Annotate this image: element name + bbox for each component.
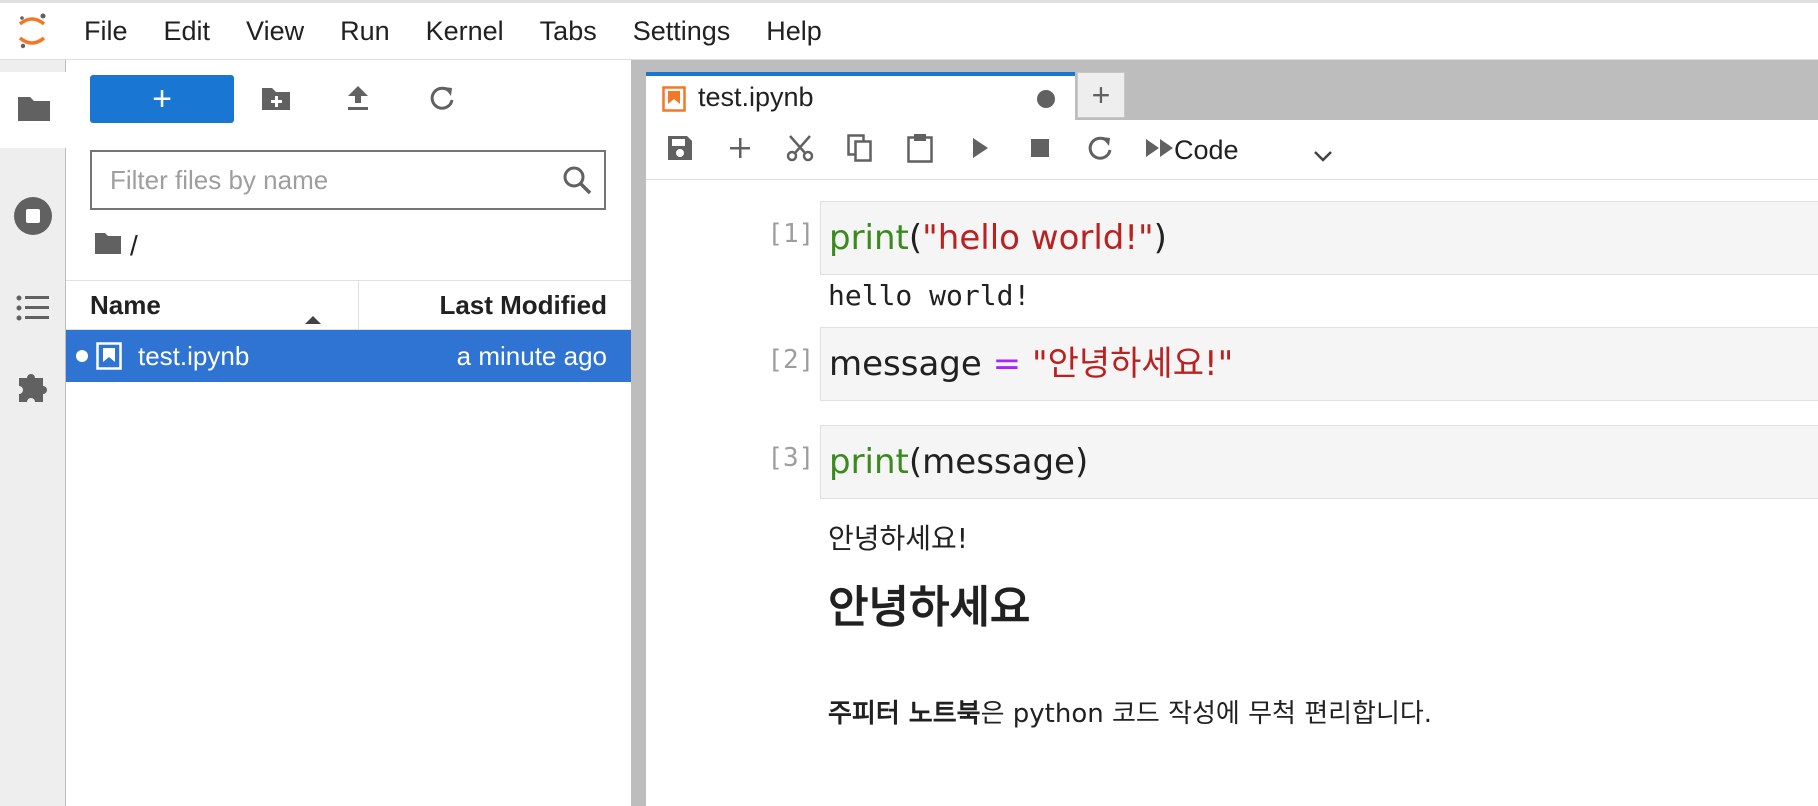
plus-icon: + — [1091, 77, 1111, 113]
code-cell-editor[interactable]: print(message) — [820, 425, 1818, 499]
sort-ascending-icon — [304, 301, 322, 332]
notebook-icon — [96, 342, 122, 377]
code-cell-editor[interactable]: message = "안녕하세요!" — [820, 327, 1818, 401]
menubar: File Edit View Run Kernel Tabs Settings … — [0, 0, 1818, 60]
code-func: print — [829, 218, 909, 258]
running-indicator-icon — [76, 350, 88, 362]
menu-file[interactable]: File — [84, 3, 128, 59]
cell-type-value: Code — [1174, 135, 1239, 165]
markdown-bold: 주피터 노트북 — [828, 699, 981, 729]
menu-tabs[interactable]: Tabs — [540, 3, 597, 59]
folder-icon — [17, 94, 51, 127]
copy-icon — [847, 133, 873, 167]
extension-manager-tab-button[interactable] — [0, 350, 66, 426]
code-string: "안녕하세요!" — [1031, 344, 1234, 384]
upload-button[interactable] — [340, 82, 376, 118]
file-list-item[interactable]: test.ipynb a minute ago — [66, 330, 631, 382]
cell-prompt: [2]: — [767, 345, 830, 375]
insert-cell-button[interactable] — [722, 132, 758, 168]
new-folder-button[interactable] — [258, 82, 294, 118]
panel-splitter[interactable] — [631, 60, 646, 806]
code-cell-editor[interactable]: print("hello world!") — [820, 201, 1818, 275]
copy-button[interactable] — [842, 132, 878, 168]
code-args: (message) — [908, 442, 1089, 482]
column-separator[interactable] — [358, 281, 359, 329]
code-string: "hello world!" — [922, 218, 1154, 258]
menu-edit[interactable]: Edit — [164, 3, 211, 59]
play-icon — [971, 137, 989, 164]
jupyter-logo-icon — [0, 3, 64, 59]
filter-files-input[interactable] — [92, 152, 532, 208]
new-launcher-button[interactable]: + — [90, 75, 234, 123]
menu-settings[interactable]: Settings — [633, 3, 731, 59]
run-cell-button[interactable] — [962, 132, 998, 168]
plus-icon — [728, 136, 752, 165]
plus-icon: + — [152, 80, 172, 118]
notebook-icon — [662, 86, 686, 117]
upload-icon — [346, 85, 370, 116]
new-folder-icon — [261, 85, 291, 116]
table-of-contents-tab-button[interactable] — [0, 272, 66, 348]
file-browser-panel: + / Name — [66, 60, 631, 806]
menu-run[interactable]: Run — [340, 3, 390, 59]
save-button[interactable] — [662, 132, 698, 168]
search-icon — [562, 165, 592, 200]
code-operator: = — [992, 344, 1022, 384]
file-browser-toolbar: + — [66, 75, 631, 125]
cell-prompt: [3]: — [767, 443, 830, 473]
restart-icon — [1087, 135, 1113, 166]
cell-output: hello world! — [828, 279, 1031, 312]
clipboard-icon — [907, 133, 933, 168]
home-folder-icon[interactable] — [94, 230, 122, 262]
menu-help[interactable]: Help — [766, 3, 822, 59]
markdown-text: 은 python 코드 작성에 무척 편리합니다. — [980, 699, 1433, 729]
interrupt-kernel-button[interactable] — [1022, 132, 1058, 168]
file-browser-tab-button[interactable] — [0, 72, 67, 148]
column-name-header[interactable]: Name — [90, 281, 161, 329]
cell-output: 안녕하세요! — [828, 522, 969, 555]
save-icon — [667, 135, 693, 166]
chevron-down-icon — [1312, 136, 1334, 180]
code-func: print — [829, 442, 909, 482]
list-icon — [16, 294, 50, 327]
puzzle-piece-icon — [15, 368, 51, 409]
menu-view[interactable]: View — [246, 3, 304, 59]
column-last-modified-header[interactable]: Last Modified — [439, 281, 607, 329]
refresh-button[interactable] — [424, 82, 460, 118]
cell-prompt: [1]: — [767, 219, 830, 249]
tab-label: test.ipynb — [698, 82, 814, 112]
markdown-paragraph: 주피터 노트북은 python 코드 작성에 무척 편리합니다. — [828, 693, 1432, 730]
code-paren: ( — [908, 218, 923, 258]
add-tab-button[interactable]: + — [1077, 72, 1125, 118]
breadcrumb-root[interactable]: / — [130, 230, 138, 262]
notebook-panel: [1]: print("hello world!") hello world! … — [646, 181, 1818, 806]
activity-bar — [0, 60, 67, 806]
file-list-header: Name Last Modified — [66, 280, 631, 330]
scissors-icon — [786, 134, 814, 167]
breadcrumb: / — [94, 228, 138, 264]
refresh-icon — [429, 85, 455, 116]
running-sessions-tab-button[interactable] — [0, 180, 66, 256]
main-area: test.ipynb + Code [1]: print("hello worl… — [646, 60, 1818, 806]
code-paren: ) — [1153, 218, 1167, 258]
tab-test-ipynb[interactable]: test.ipynb — [646, 72, 1075, 120]
stop-circle-icon — [13, 196, 53, 241]
tab-bar: test.ipynb + — [646, 60, 1818, 120]
notebook-toolbar: Code — [646, 120, 1818, 180]
restart-kernel-button[interactable] — [1082, 132, 1118, 168]
code-name: message — [829, 344, 982, 384]
cut-button[interactable] — [782, 132, 818, 168]
file-name: test.ipynb — [138, 341, 250, 371]
unsaved-indicator-icon[interactable] — [1037, 90, 1055, 108]
filter-box — [90, 150, 606, 210]
markdown-heading: 안녕하세요 — [828, 582, 1031, 633]
cell-type-select[interactable]: Code — [1166, 128, 1346, 172]
paste-button[interactable] — [902, 132, 938, 168]
file-modified: a minute ago — [456, 341, 607, 371]
stop-icon — [1030, 138, 1050, 163]
menu-kernel[interactable]: Kernel — [426, 3, 504, 59]
